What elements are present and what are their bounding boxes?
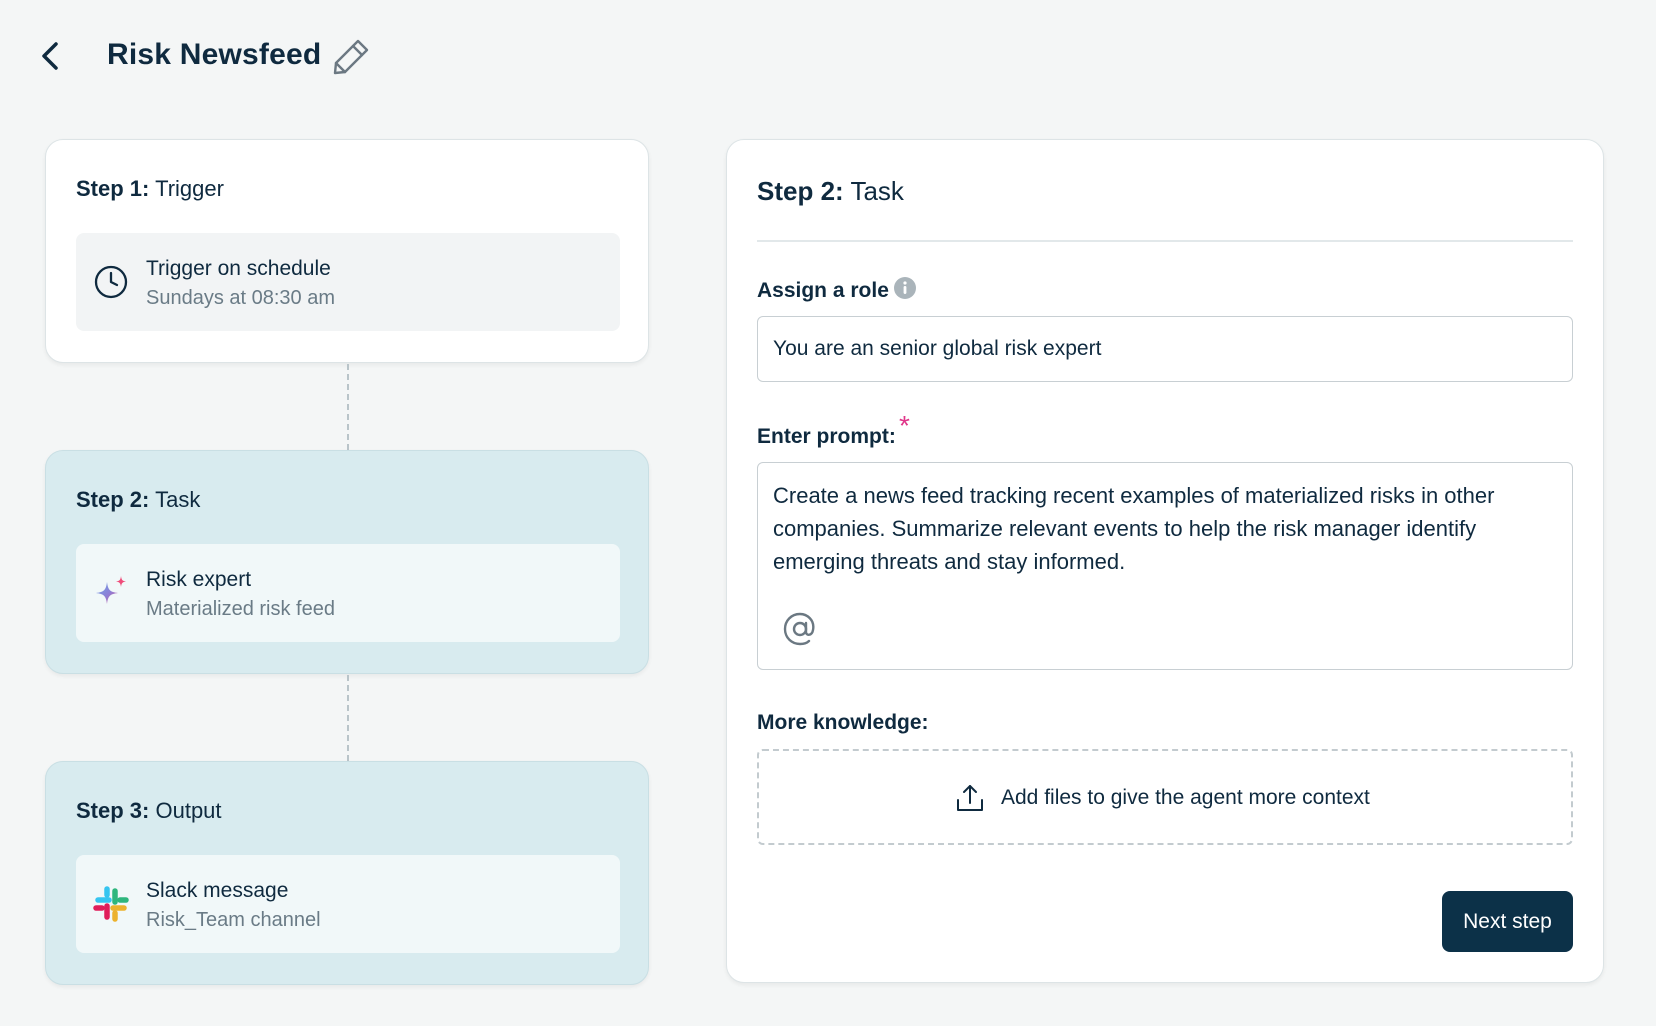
pencil-icon bbox=[333, 39, 369, 75]
required-mark: * bbox=[899, 410, 910, 441]
panel-step-name: Task bbox=[850, 176, 904, 206]
step-connector bbox=[347, 675, 349, 761]
panel-step-number: Step 2: bbox=[757, 176, 844, 206]
step-connector bbox=[347, 364, 349, 450]
step-number: Step 1: bbox=[76, 176, 150, 201]
step-item-subtitle: Sundays at 08:30 am bbox=[146, 287, 336, 309]
upload-icon bbox=[957, 785, 983, 811]
step-item-trigger[interactable]: Trigger on schedule Sundays at 08:30 am bbox=[76, 233, 620, 331]
step-item-subtitle: Risk_Team channel bbox=[146, 909, 321, 931]
info-icon[interactable] bbox=[893, 276, 917, 300]
step-number: Step 3: bbox=[76, 798, 150, 823]
at-mention-icon[interactable] bbox=[781, 610, 819, 648]
prompt-textarea[interactable]: Create a news feed tracking recent examp… bbox=[757, 462, 1573, 670]
next-step-button[interactable]: Next step bbox=[1442, 891, 1573, 952]
step-card-output[interactable]: Step 3: Output Slack message Risk_Team c… bbox=[45, 761, 649, 985]
step-item-output[interactable]: Slack message Risk_Team channel bbox=[76, 855, 620, 953]
back-button[interactable] bbox=[36, 38, 66, 74]
sparkle-icon bbox=[96, 576, 126, 604]
step-item-title: Risk expert bbox=[146, 568, 252, 591]
step-name: Task bbox=[155, 487, 201, 512]
page-title: Risk Newsfeed bbox=[107, 38, 322, 71]
step-item-subtitle: Materialized risk feed bbox=[146, 598, 335, 620]
step-number: Step 2: bbox=[76, 487, 150, 512]
knowledge-label: More knowledge: bbox=[757, 711, 929, 734]
upload-text: Add files to give the agent more context bbox=[1001, 786, 1370, 809]
step-heading: Step 2: Task bbox=[76, 487, 200, 513]
step-heading: Step 1: Trigger bbox=[76, 176, 224, 202]
step-card-task[interactable]: Step 2: Task Risk expert Materialized ri… bbox=[45, 450, 649, 674]
edit-title-button[interactable] bbox=[330, 36, 372, 78]
role-input[interactable] bbox=[757, 316, 1573, 382]
role-label: Assign a role bbox=[757, 279, 889, 302]
task-editor-panel: Step 2: Task Assign a role Enter prompt:… bbox=[726, 139, 1604, 983]
step-card-trigger[interactable]: Step 1: Trigger Trigger on schedule Sund… bbox=[45, 139, 649, 363]
chevron-left-icon bbox=[42, 42, 58, 70]
step-name: Trigger bbox=[155, 176, 224, 201]
slack-icon bbox=[93, 886, 129, 922]
divider bbox=[757, 240, 1573, 242]
step-item-title: Slack message bbox=[146, 879, 289, 902]
header: Risk Newsfeed bbox=[0, 0, 1656, 120]
prompt-text: Create a news feed tracking recent examp… bbox=[773, 483, 1495, 574]
step-name: Output bbox=[155, 798, 222, 823]
step-item-title: Trigger on schedule bbox=[146, 257, 331, 280]
step-heading: Step 3: Output bbox=[76, 798, 222, 824]
step-item-task[interactable]: Risk expert Materialized risk feed bbox=[76, 544, 620, 642]
file-upload-dropzone[interactable]: Add files to give the agent more context bbox=[757, 749, 1573, 845]
panel-title: Step 2: Task bbox=[757, 176, 904, 207]
prompt-label: Enter prompt: bbox=[757, 425, 896, 448]
clock-icon bbox=[94, 265, 128, 299]
